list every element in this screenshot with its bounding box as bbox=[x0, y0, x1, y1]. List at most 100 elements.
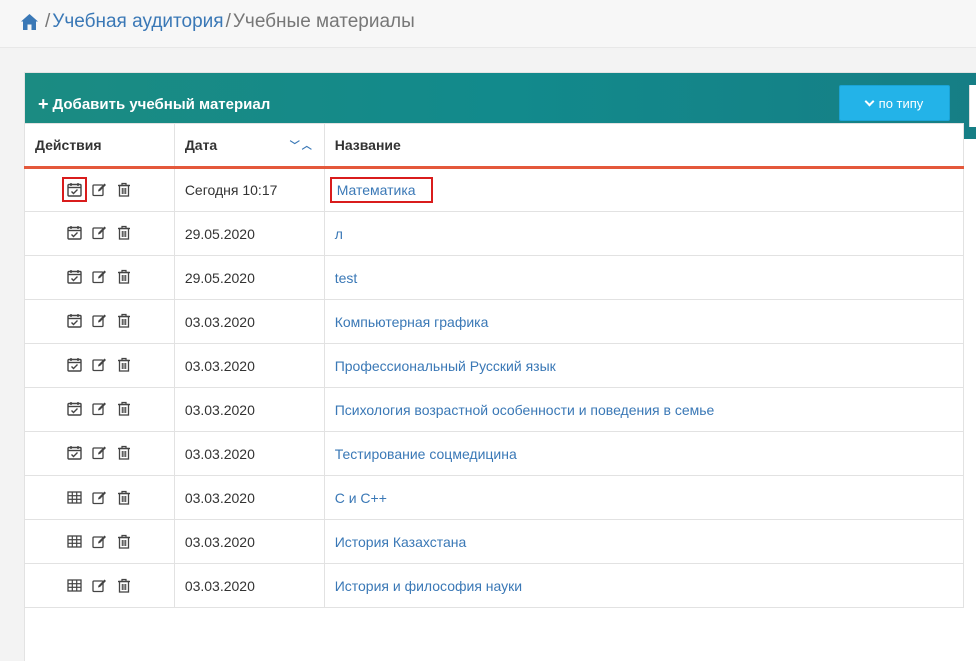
edit-icon[interactable] bbox=[91, 577, 108, 594]
trash-icon[interactable] bbox=[116, 312, 133, 329]
header-name: Название bbox=[323, 123, 965, 169]
actions-cell bbox=[24, 167, 175, 212]
actions-cell bbox=[24, 211, 175, 256]
date-cell: 03.03.2020 bbox=[173, 431, 325, 476]
name-cell: Компьютерная графика bbox=[323, 299, 965, 344]
name-cell: Тестирование соцмедицина bbox=[323, 431, 965, 476]
actions-cell bbox=[24, 563, 175, 608]
actions-cell bbox=[24, 519, 175, 564]
date-cell: 29.05.2020 bbox=[173, 255, 325, 300]
edit-icon[interactable] bbox=[91, 444, 108, 461]
breadcrumb-separator: / bbox=[225, 11, 231, 32]
row-actions bbox=[66, 444, 133, 461]
actions-cell bbox=[24, 431, 175, 476]
actions-cell bbox=[24, 475, 175, 520]
edit-icon[interactable] bbox=[91, 268, 108, 285]
name-cell: Психология возрастной особенности и пове… bbox=[323, 387, 965, 432]
edit-icon[interactable] bbox=[91, 181, 108, 198]
breadcrumb-materials: Учебные материалы bbox=[232, 11, 415, 32]
table-icon[interactable] bbox=[66, 533, 83, 550]
actions-cell bbox=[24, 255, 175, 300]
actions-cell bbox=[24, 299, 175, 344]
material-name-link[interactable]: Психология возрастной особенности и пове… bbox=[335, 402, 715, 418]
edit-icon[interactable] bbox=[91, 400, 108, 417]
name-cell: Профессиональный Русский язык bbox=[323, 343, 965, 388]
name-cell: test bbox=[323, 255, 965, 300]
breadcrumb-classroom[interactable]: Учебная аудитория bbox=[52, 11, 223, 33]
material-name-link[interactable]: История и философия науки bbox=[335, 578, 522, 594]
table-header-row: Действия Дата ﹀︿ Название bbox=[24, 123, 965, 169]
table-icon[interactable] bbox=[66, 577, 83, 594]
edit-icon[interactable] bbox=[91, 224, 108, 241]
name-cell: л bbox=[323, 211, 965, 256]
trash-icon[interactable] bbox=[116, 224, 133, 241]
material-name-link[interactable]: Компьютерная графика bbox=[335, 314, 489, 330]
date-cell: 03.03.2020 bbox=[173, 519, 325, 564]
actions-cell bbox=[24, 343, 175, 388]
material-name-link[interactable]: л bbox=[335, 226, 343, 242]
calendar-check-icon[interactable] bbox=[61, 176, 87, 202]
content-area: + Добавить учебный материал по типу Дейс… bbox=[0, 48, 976, 661]
materials-table: Действия Дата ﹀︿ Название Сегодня 10:17 М… bbox=[24, 123, 965, 608]
row-actions bbox=[66, 533, 133, 550]
add-material-label: Добавить учебный материал bbox=[52, 95, 271, 113]
home-icon[interactable] bbox=[20, 13, 39, 31]
date-cell: 03.03.2020 bbox=[173, 563, 325, 608]
date-cell: 03.03.2020 bbox=[173, 475, 325, 520]
calendar-check-icon[interactable] bbox=[66, 356, 83, 373]
calendar-check-icon[interactable] bbox=[66, 312, 83, 329]
header-date[interactable]: Дата ﹀︿ bbox=[173, 123, 325, 169]
date-cell: Сегодня 10:17 bbox=[173, 167, 325, 212]
name-cell: Математика bbox=[323, 167, 965, 212]
chevron-down-icon bbox=[864, 96, 875, 106]
table-icon[interactable] bbox=[66, 489, 83, 506]
edit-icon[interactable] bbox=[91, 489, 108, 506]
trash-icon[interactable] bbox=[116, 268, 133, 285]
calendar-check-icon[interactable] bbox=[66, 444, 83, 461]
row-actions bbox=[66, 400, 133, 417]
material-name-link[interactable]: Тестирование соцмедицина bbox=[335, 446, 517, 462]
table-row: 03.03.2020 Тестирование соцмедицина bbox=[24, 431, 965, 476]
breadcrumb-separator: / bbox=[45, 11, 51, 32]
material-name-link[interactable]: Математика bbox=[329, 177, 433, 203]
row-actions bbox=[66, 268, 133, 285]
table-row: 03.03.2020 Компьютерная графика bbox=[24, 299, 965, 344]
edit-icon[interactable] bbox=[91, 356, 108, 373]
table-row: 03.03.2020 Профессиональный Русский язык bbox=[24, 343, 965, 388]
date-cell: 03.03.2020 bbox=[173, 343, 325, 388]
filter-by-type-button[interactable]: по типу bbox=[839, 85, 950, 121]
trash-icon[interactable] bbox=[116, 489, 133, 506]
row-actions bbox=[66, 489, 133, 506]
search-box-edge[interactable] bbox=[969, 85, 976, 127]
row-actions bbox=[66, 224, 133, 241]
calendar-check-icon[interactable] bbox=[66, 268, 83, 285]
edit-icon[interactable] bbox=[91, 312, 108, 329]
actions-cell bbox=[24, 387, 175, 432]
table-row: 29.05.2020 л bbox=[24, 211, 965, 256]
calendar-check-icon[interactable] bbox=[66, 224, 83, 241]
table-row: 03.03.2020 Психология возрастной особенно… bbox=[24, 387, 965, 432]
table-row: 03.03.2020 C и C++ bbox=[24, 475, 965, 520]
trash-icon[interactable] bbox=[116, 577, 133, 594]
table-row: 03.03.2020 История Казахстана bbox=[24, 519, 965, 564]
date-cell: 03.03.2020 bbox=[173, 387, 325, 432]
calendar-check-icon[interactable] bbox=[66, 400, 83, 417]
trash-icon[interactable] bbox=[116, 356, 133, 373]
material-name-link[interactable]: История Казахстана bbox=[335, 534, 467, 550]
trash-icon[interactable] bbox=[116, 181, 133, 198]
header-actions: Действия bbox=[24, 123, 175, 169]
trash-icon[interactable] bbox=[116, 444, 133, 461]
material-name-link[interactable]: C и C++ bbox=[335, 490, 387, 506]
material-name-link[interactable]: test bbox=[335, 270, 358, 286]
edit-icon[interactable] bbox=[91, 533, 108, 550]
add-material-button[interactable]: + Добавить учебный материал bbox=[38, 95, 270, 113]
row-actions bbox=[66, 356, 133, 373]
row-actions bbox=[61, 176, 133, 202]
name-cell: C и C++ bbox=[323, 475, 965, 520]
trash-icon[interactable] bbox=[116, 400, 133, 417]
trash-icon[interactable] bbox=[116, 533, 133, 550]
material-name-link[interactable]: Профессиональный Русский язык bbox=[335, 358, 556, 374]
header-date-label: Дата bbox=[184, 137, 218, 153]
table-row: Сегодня 10:17 Математика bbox=[24, 167, 965, 212]
sort-arrows-icon[interactable]: ﹀︿ bbox=[290, 137, 314, 152]
